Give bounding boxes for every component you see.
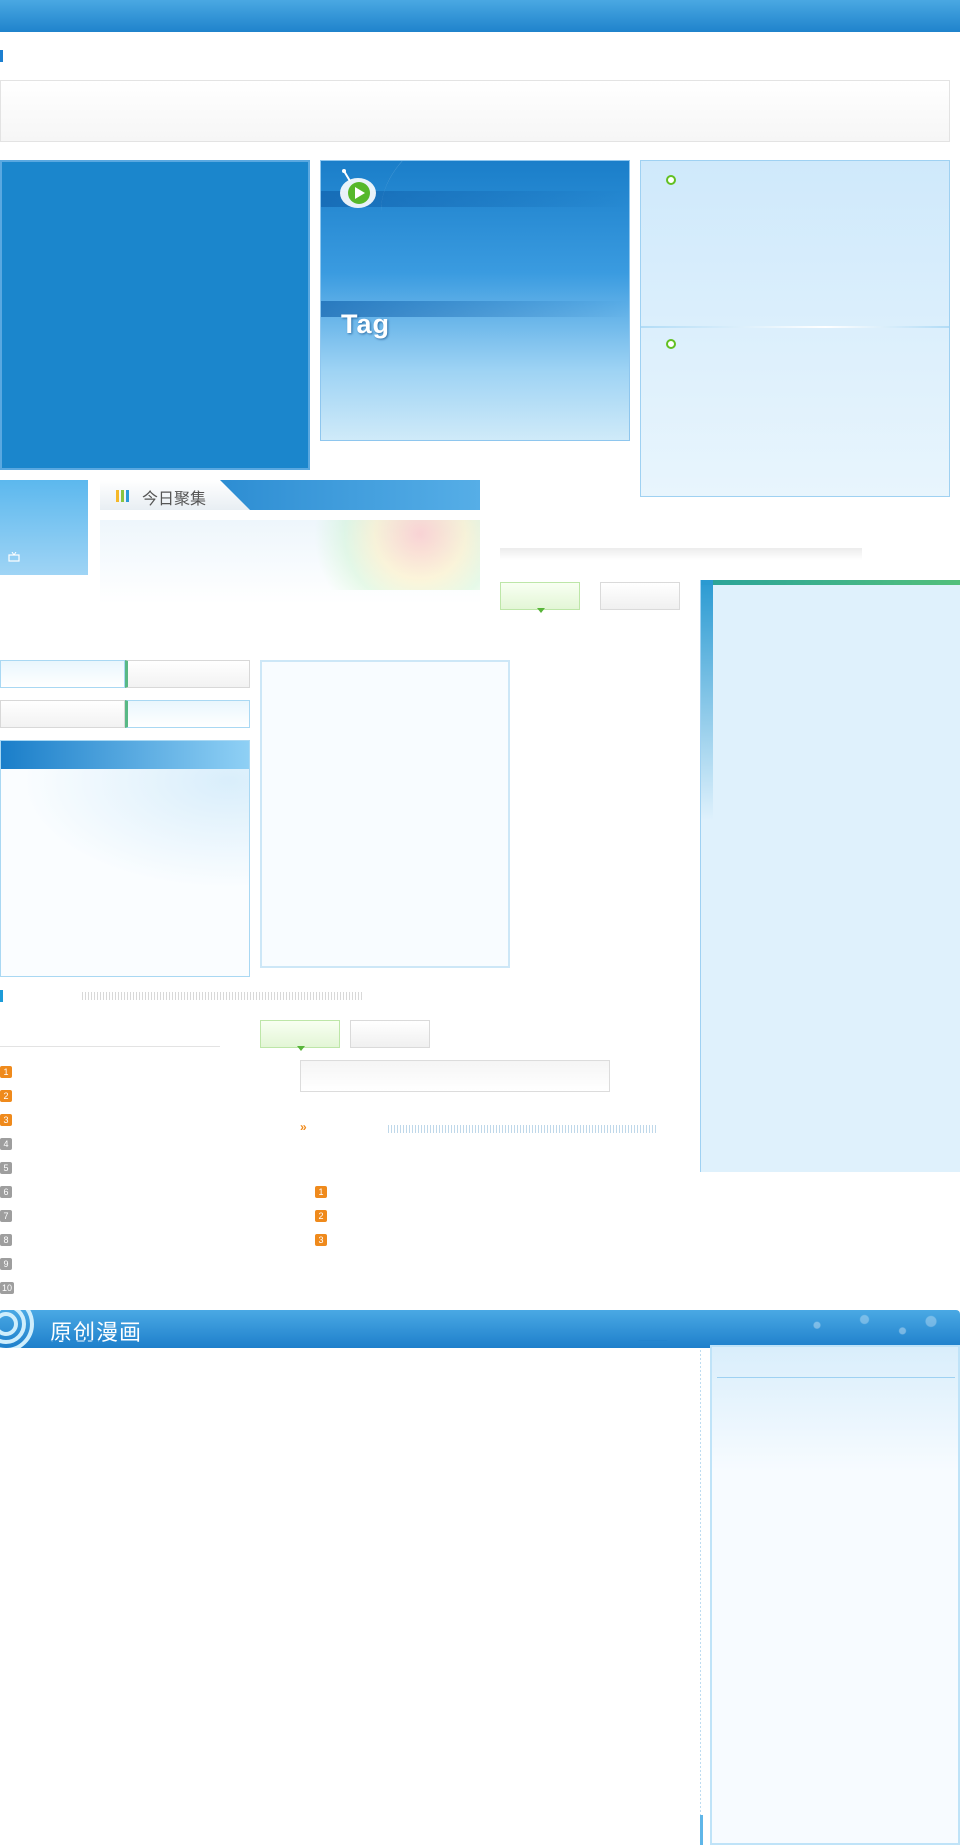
video-tag-panel: Tag <box>320 160 630 441</box>
rank-badge: 4 <box>0 1138 12 1150</box>
mini-tab[interactable] <box>0 700 125 728</box>
tag-label: Tag <box>341 309 390 339</box>
rank-badge: 7 <box>0 1210 12 1222</box>
rank-badge: 1 <box>0 1066 12 1078</box>
featured-image-slot[interactable] <box>0 160 310 470</box>
dotted-divider <box>388 1125 658 1133</box>
search-input[interactable] <box>300 1060 610 1092</box>
news-panel <box>640 160 950 497</box>
rank-badge: 3 <box>315 1234 327 1246</box>
rank-badge: 6 <box>0 1186 12 1198</box>
middle-content-box <box>260 660 510 968</box>
rank-badge: 9 <box>0 1258 12 1270</box>
comics-sidebar <box>710 1345 960 1845</box>
search-strip <box>500 548 862 560</box>
tab-inactive[interactable] <box>350 1020 430 1048</box>
tv-thumbnail[interactable] <box>0 480 88 575</box>
section-marker <box>700 1815 703 1845</box>
top-content-panel <box>0 80 950 142</box>
rank-badge: 1 <box>315 1186 327 1198</box>
rank-badge: 10 <box>0 1282 14 1294</box>
focus-title: 今日聚集 <box>142 491 207 508</box>
mini-tab[interactable] <box>0 660 125 688</box>
mini-tab[interactable] <box>125 700 250 728</box>
divider <box>0 1046 220 1047</box>
section-marker <box>0 990 3 1002</box>
more-arrow-icon[interactable]: » <box>300 1120 307 1134</box>
section-marker <box>0 50 3 62</box>
tab-inactive[interactable] <box>600 582 680 610</box>
left-content-box <box>0 740 250 977</box>
dotted-divider <box>700 1350 701 1845</box>
rank-badge: 2 <box>0 1090 12 1102</box>
right-sidebar <box>700 580 960 1172</box>
rank-badge: 8 <box>0 1234 12 1246</box>
top-header-bar <box>0 0 960 32</box>
rank-badge: 5 <box>0 1162 12 1174</box>
focus-content <box>100 520 480 660</box>
tv-icon <box>8 552 20 562</box>
play-icon[interactable] <box>336 169 378 211</box>
bars-icon <box>116 489 131 507</box>
rank-badge: 3 <box>0 1114 12 1126</box>
dotted-divider <box>82 992 362 1000</box>
mini-tab[interactable] <box>125 660 250 688</box>
bullet-icon <box>666 175 676 185</box>
tab-focus[interactable]: 今日聚集 <box>100 480 250 510</box>
tab-active[interactable] <box>500 582 580 613</box>
focus-header: 今日聚集 <box>100 480 480 510</box>
rank-badge: 2 <box>315 1210 327 1222</box>
bullet-icon <box>666 339 676 349</box>
tab-active[interactable] <box>260 1020 340 1051</box>
